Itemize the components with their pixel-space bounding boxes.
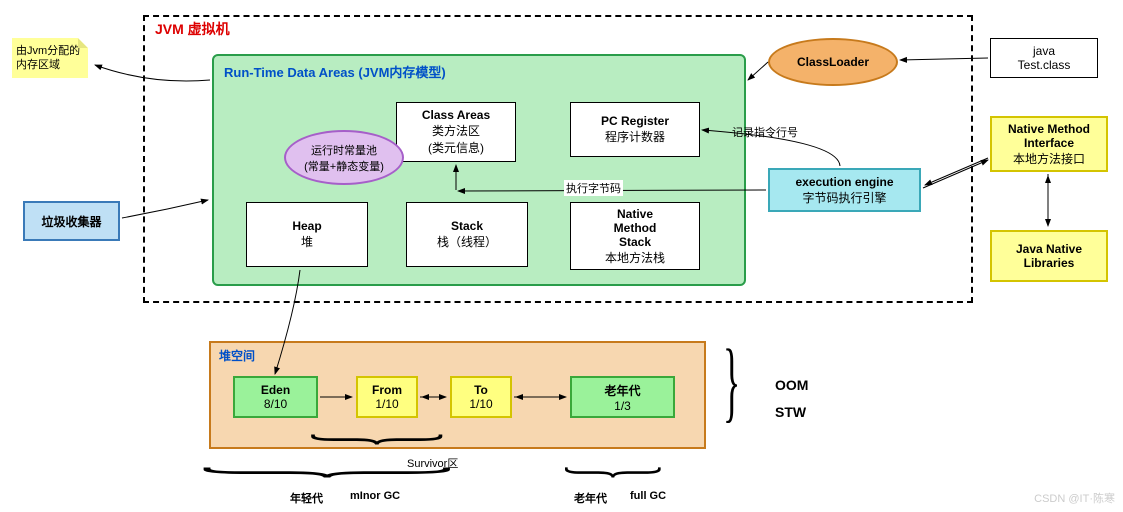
nif-l2: Interface [1024,136,1074,150]
young-l1: 年轻代 [290,490,323,506]
jc-l2: Test.class [1018,58,1071,72]
heap-space-title: 堆空间 [219,347,255,364]
gc-text: 垃圾收集器 [41,213,101,230]
pc-l1: PC Register [601,114,669,128]
oldgc-l2: full GC [630,490,666,502]
brace-survivor: } [293,431,475,447]
note-text: 由Jvm分配的内存区域 [16,45,80,71]
eden-l2: 8/10 [264,397,287,411]
rtda-title: Run-Time Data Areas (JVM内存模型) [224,62,446,81]
nlib-l2: Libraries [1024,256,1075,270]
eden-l1: Eden [261,383,290,397]
class-areas-l1: Class Areas [422,108,490,122]
jc-l1: java [1033,44,1055,58]
from-l2: 1/10 [375,397,398,411]
to-l2: 1/10 [469,397,492,411]
brace-old: } [552,464,684,480]
from-l1: From [372,383,402,397]
heap-l1: Heap [292,219,321,233]
class-areas-l3: (类元信息) [428,139,484,156]
stack-box: Stack 栈（线程） [406,202,528,267]
nstack-l1: Native [617,207,653,221]
brace-young: } [169,464,510,480]
stack-l2: 栈（线程） [437,233,497,250]
nstack-l4: 本地方法栈 [605,249,665,266]
class-areas-l2: 类方法区 [432,122,480,139]
native-stack-box: Native Method Stack 本地方法栈 [570,202,700,270]
oom-text: OOM [775,377,808,393]
jvm-title: JVM 虚拟机 [155,19,230,39]
pool-l1: 运行时常量池 [311,142,377,158]
classloader: ClassLoader [768,38,898,86]
pc-l2: 程序计数器 [605,128,665,145]
nif-l1: Native Method [1008,122,1090,136]
brace-oom: } [723,330,740,433]
nif-l3: 本地方法接口 [1013,150,1085,167]
oldgen-box: 老年代 1/3 [570,376,675,418]
to-box: To 1/10 [450,376,512,418]
label-record-line: 记录指令行号 [732,124,798,140]
native-interface-box: Native Method Interface 本地方法接口 [990,116,1108,172]
old-l1: 老年代 [604,382,640,399]
heap-l2: 堆 [301,233,313,250]
pc-register-box: PC Register 程序计数器 [570,102,700,157]
nstack-l3: Stack [619,235,651,249]
class-areas-box: Class Areas 类方法区 (类元信息) [396,102,516,162]
to-l1: To [474,383,488,397]
heap-box: Heap 堆 [246,202,368,267]
oldgc-l1: 老年代 [574,490,607,506]
nstack-l2: Method [614,221,657,235]
java-class-box: java Test.class [990,38,1098,78]
eden-box: Eden 8/10 [233,376,318,418]
pool-l2: (常量+静态变量) [304,158,384,174]
exec-l1: execution engine [795,175,893,189]
watermark: CSDN @IT·陈寒 [1034,490,1115,506]
stack-l1: Stack [451,219,483,233]
exec-engine-box: execution engine 字节码执行引擎 [768,168,921,212]
from-box: From 1/10 [356,376,418,418]
nlib-l1: Java Native [1016,242,1082,256]
label-exec-byte: 执行字节码 [564,180,623,196]
young-l2: mInor GC [350,490,400,502]
native-lib-box: Java Native Libraries [990,230,1108,282]
stw-text: STW [775,404,806,420]
gc-collector-box: 垃圾收集器 [23,201,120,241]
old-l2: 1/3 [614,399,631,413]
note-jvm-memory: 由Jvm分配的内存区域 [12,38,88,78]
runtime-pool: 运行时常量池 (常量+静态变量) [284,130,404,185]
classloader-text: ClassLoader [797,55,869,69]
exec-l2: 字节码执行引擎 [802,189,886,206]
